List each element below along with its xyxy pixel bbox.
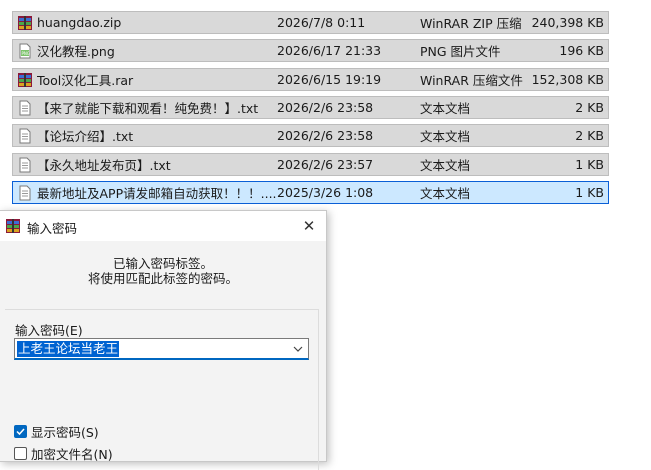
text-file-icon bbox=[19, 128, 31, 144]
show-password-label: 显示密码(S) bbox=[31, 425, 99, 440]
file-date: 2026/6/15 19:19 bbox=[277, 71, 382, 87]
file-row[interactable]: PNG 汉化教程.png 2026/6/17 21:33 PNG 图片文件 196 KB bbox=[12, 39, 609, 63]
file-size: 2 KB bbox=[575, 128, 604, 144]
file-date: 2025/3/26 1:08 bbox=[277, 184, 374, 200]
file-name: 【永久地址发布页】.txt bbox=[37, 157, 171, 173]
text-file-icon bbox=[19, 100, 31, 116]
file-date: 2026/7/8 0:11 bbox=[277, 15, 366, 30]
file-date: 2026/2/6 23:58 bbox=[277, 128, 374, 144]
dialog-title: 输入密码 bbox=[27, 221, 78, 236]
file-row[interactable]: 【永久地址发布页】.txt 2026/2/6 23:57 文本文档 1 KB bbox=[12, 152, 609, 176]
dialog-titlebar[interactable]: 输入密码 ✕ bbox=[0, 211, 326, 241]
file-name: Tool汉化工具.rar bbox=[37, 72, 134, 88]
show-password-checkbox[interactable] bbox=[14, 425, 27, 438]
file-name: 【论坛介绍】.txt bbox=[37, 129, 134, 145]
svg-text:PNG: PNG bbox=[22, 51, 31, 56]
file-row[interactable]: Tool汉化工具.rar 2026/6/15 19:19 WinRAR 压缩文件 15… bbox=[12, 67, 609, 91]
file-size: 196 KB bbox=[559, 43, 604, 59]
message-line-2: 将使用匹配此标签的密码。 bbox=[87, 271, 238, 286]
file-row[interactable]: 最新地址及APP请发邮箱自动获取！！！.... 2025/3/26 1:08 文本文… bbox=[12, 180, 609, 204]
file-size: 1 KB bbox=[575, 184, 604, 200]
encrypt-filenames-label: 加密文件名(N) bbox=[31, 447, 113, 462]
encrypt-filenames-checkbox[interactable] bbox=[14, 447, 27, 460]
password-dialog: 输入密码 ✕ 已输入密码标签。 将使用匹配此标签的密码。 输入密码(E) 上老王… bbox=[0, 210, 327, 470]
text-file-icon bbox=[19, 185, 31, 201]
winrar-archive-icon bbox=[18, 16, 32, 30]
file-size: 2 KB bbox=[575, 99, 604, 115]
checkmark-icon bbox=[16, 428, 25, 436]
show-password-option[interactable]: 显示密码(S) bbox=[14, 422, 99, 441]
file-list: huangdao.zip 2026/7/8 0:11 WinRAR ZIP 压缩 24… bbox=[0, 0, 651, 210]
close-button[interactable]: ✕ bbox=[292, 211, 326, 241]
file-size: 1 KB bbox=[575, 156, 604, 172]
file-name: 最新地址及APP请发邮箱自动获取！！！.... bbox=[37, 185, 277, 201]
file-row[interactable]: huangdao.zip 2026/7/8 0:11 WinRAR ZIP 压缩 24… bbox=[12, 11, 609, 34]
file-size: 240,398 KB bbox=[531, 15, 604, 30]
encrypt-filenames-option[interactable]: 加密文件名(N) bbox=[14, 444, 113, 463]
file-date: 2026/2/6 23:57 bbox=[277, 156, 374, 172]
password-input-value[interactable]: 上老王论坛当老王 bbox=[17, 341, 120, 357]
file-date: 2026/2/6 23:58 bbox=[277, 99, 374, 115]
file-name: 【来了就能下载和观看！纯免费！】.txt bbox=[37, 100, 259, 116]
file-row[interactable]: 【论坛介绍】.txt 2026/2/6 23:58 文本文档 2 KB bbox=[12, 124, 609, 148]
png-image-icon: PNG bbox=[19, 43, 31, 59]
file-row[interactable]: 【来了就能下载和观看！纯免费！】.txt 2026/2/6 23:58 文本文档 2 … bbox=[12, 95, 609, 119]
file-date: 2026/6/17 21:33 bbox=[277, 43, 382, 59]
file-size: 152,308 KB bbox=[531, 71, 604, 87]
winrar-archive-icon bbox=[18, 72, 32, 87]
winrar-app-icon bbox=[6, 219, 20, 233]
password-combobox[interactable]: 上老王论坛当老王 bbox=[14, 338, 309, 360]
close-icon: ✕ bbox=[302, 217, 316, 235]
file-name: 汉化教程.png bbox=[37, 44, 115, 60]
chevron-down-icon[interactable] bbox=[292, 342, 304, 356]
file-name: huangdao.zip bbox=[37, 15, 122, 30]
password-label: 输入密码(E) bbox=[15, 323, 83, 338]
text-file-icon bbox=[19, 157, 31, 172]
